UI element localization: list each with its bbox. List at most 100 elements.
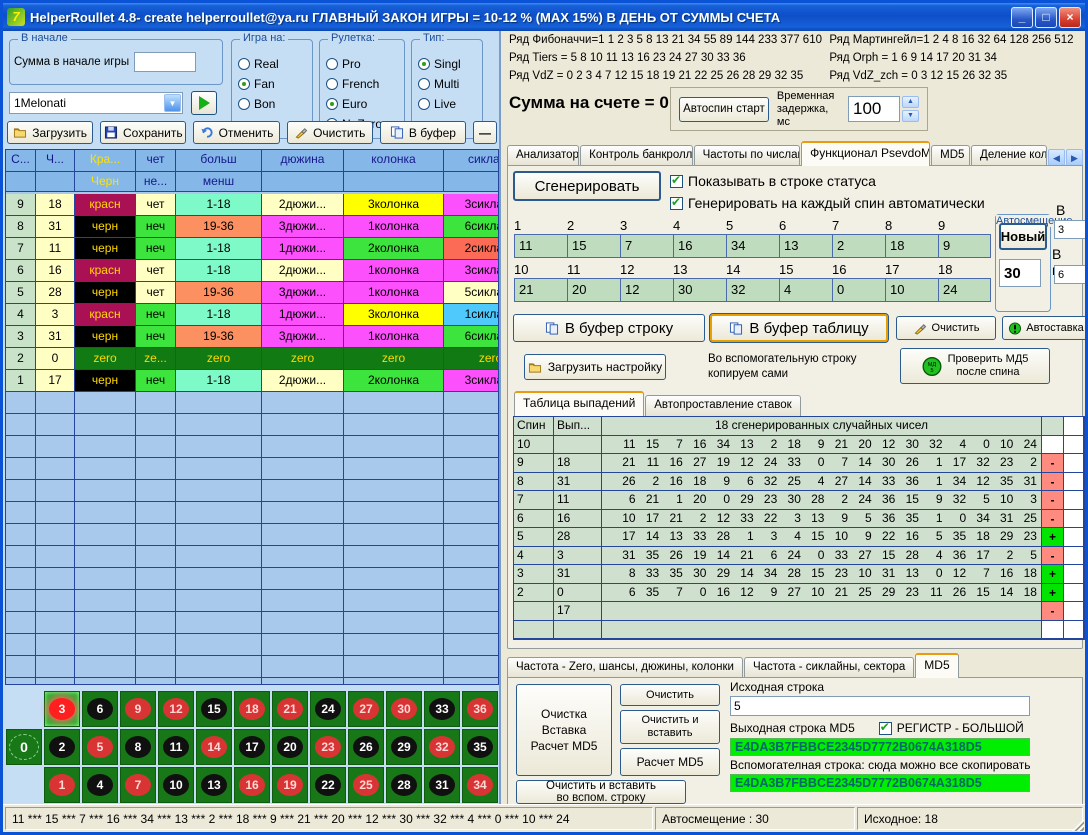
- cell-spin[interactable]: 2: [6, 348, 36, 370]
- cell-number[interactable]: 31: [36, 216, 75, 238]
- board-cell-19[interactable]: 19: [272, 767, 308, 803]
- board-cell-17[interactable]: 17: [234, 729, 270, 765]
- copy-table-button[interactable]: В буфер таблицу: [710, 314, 888, 342]
- radio-option-pro[interactable]: Pro: [326, 54, 398, 74]
- toolbar-button-3[interactable]: Отменить: [193, 121, 279, 144]
- spin-down-icon[interactable]: ▼: [902, 110, 919, 122]
- board-cell-31[interactable]: 31: [424, 767, 460, 803]
- board-cell-21[interactable]: 21: [272, 691, 308, 727]
- result-cell[interactable]: 28: [554, 528, 602, 547]
- cell-spin[interactable]: 5: [6, 282, 36, 304]
- cell-spin[interactable]: 9: [6, 194, 36, 216]
- numbers-cell[interactable]: 101721212332231395363510343125: [602, 510, 1042, 529]
- cell-parity[interactable]: чет: [136, 282, 176, 304]
- cell-parity[interactable]: ze...: [136, 348, 176, 370]
- cell-spin[interactable]: 8: [6, 216, 36, 238]
- cell-column[interactable]: 1колонка: [344, 216, 444, 238]
- cell-sixline[interactable]: 2сиклайн: [444, 238, 499, 260]
- result-cell[interactable]: 31: [554, 473, 602, 492]
- cell-column[interactable]: 2колонка: [344, 370, 444, 392]
- freq-tab-md5[interactable]: MD5: [915, 653, 958, 678]
- chevron-down-icon[interactable]: ▼: [164, 94, 181, 112]
- cell-parity[interactable]: неч: [136, 216, 176, 238]
- cell-dozen[interactable]: 1дюжи...: [262, 238, 344, 260]
- cell-number[interactable]: 3: [36, 304, 75, 326]
- numbers-cell[interactable]: 3135261914216240332715284361725: [602, 547, 1042, 566]
- clear-gen-button[interactable]: Очистить: [896, 316, 996, 340]
- cell-range[interactable]: 19-36: [176, 282, 262, 304]
- cell-number[interactable]: 11: [36, 238, 75, 260]
- cell-dozen[interactable]: zero: [262, 348, 344, 370]
- numbers-cell[interactable]: [602, 621, 1042, 640]
- board-cell-35[interactable]: 35: [462, 729, 498, 765]
- result-cell[interactable]: 11: [554, 491, 602, 510]
- gen-value-cell[interactable]: 34: [726, 234, 779, 258]
- cell-dozen[interactable]: 2дюжи...: [262, 370, 344, 392]
- numbers-cell[interactable]: 62112002923302822436159325103: [602, 491, 1042, 510]
- cell-number[interactable]: 0: [36, 348, 75, 370]
- tab-md5[interactable]: MD5: [931, 145, 970, 166]
- delay-input[interactable]: [848, 96, 900, 122]
- cell-sixline[interactable]: 3сиклайн: [444, 194, 499, 216]
- cell-column[interactable]: 1колонка: [344, 282, 444, 304]
- inner-tab-таблица-выпадений[interactable]: Таблица выпадений: [514, 391, 644, 416]
- freq-tab-частота-zero-шансы-дюжины-колонки[interactable]: Частота - Zero, шансы, дюжины, колонки: [507, 657, 743, 678]
- cell-color[interactable]: черн: [75, 216, 136, 238]
- cell-column[interactable]: 2колонка: [344, 238, 444, 260]
- cell-color[interactable]: черн: [75, 238, 136, 260]
- board-cell-5[interactable]: 5: [82, 729, 118, 765]
- tab-функционал-psevdoms[interactable]: Функционал PsevdoMS: [801, 141, 930, 166]
- plus-input[interactable]: [1054, 220, 1086, 239]
- cell-range[interactable]: 1-18: [176, 260, 262, 282]
- numbers-cell[interactable]: 1714133328134151092216535182923: [602, 528, 1042, 547]
- board-cell-8[interactable]: 8: [120, 729, 156, 765]
- cell-range[interactable]: 1-18: [176, 370, 262, 392]
- board-cell-27[interactable]: 27: [348, 691, 384, 727]
- radio-option-real[interactable]: Real: [238, 54, 306, 74]
- board-cell-4[interactable]: 4: [82, 767, 118, 803]
- cell-column[interactable]: zero: [344, 348, 444, 370]
- tab-scroll-right-icon[interactable]: ▶: [1066, 149, 1083, 166]
- radio-option-singl[interactable]: Singl: [418, 54, 476, 74]
- gen-value-cell[interactable]: 9: [938, 234, 991, 258]
- toolbar-button-5[interactable]: В буфер: [380, 121, 466, 144]
- board-cell-16[interactable]: 16: [234, 767, 270, 803]
- cell-parity[interactable]: чет: [136, 194, 176, 216]
- md5-clear-aux-button[interactable]: Очистить и вставитьво вспом. строку: [516, 780, 686, 804]
- spin-cell[interactable]: [514, 621, 554, 640]
- freq-tab-частота-сиклайны-сектора[interactable]: Частота - сиклайны, сектора: [744, 657, 914, 678]
- radio-option-fan[interactable]: Fan: [238, 74, 306, 94]
- autobet-button[interactable]: Автоставка: [1002, 316, 1088, 340]
- result-cell[interactable]: 17: [554, 602, 602, 621]
- board-cell-22[interactable]: 22: [310, 767, 346, 803]
- cell-range[interactable]: 19-36: [176, 216, 262, 238]
- cell-sixline[interactable]: 5сиклайн: [444, 282, 499, 304]
- board-cell-6[interactable]: 6: [82, 691, 118, 727]
- cell-color[interactable]: красн: [75, 260, 136, 282]
- profile-select[interactable]: 1Melonati ▼: [9, 92, 183, 114]
- load-settings-button[interactable]: Загрузить настройку: [524, 354, 666, 380]
- spin-up-icon[interactable]: ▲: [902, 96, 919, 108]
- result-cell[interactable]: 18: [554, 454, 602, 473]
- board-cell-32[interactable]: 32: [424, 729, 460, 765]
- board-cell-15[interactable]: 15: [196, 691, 232, 727]
- autogen-checkbox[interactable]: [670, 197, 683, 210]
- cell-number[interactable]: 18: [36, 194, 75, 216]
- cell-color[interactable]: черн: [75, 370, 136, 392]
- cell-number[interactable]: 17: [36, 370, 75, 392]
- board-cell-25[interactable]: 25: [348, 767, 384, 803]
- cell-color[interactable]: красн: [75, 194, 136, 216]
- result-cell[interactable]: 31: [554, 565, 602, 584]
- gen-value-cell[interactable]: 4: [779, 278, 832, 302]
- md5-clear-paste-button[interactable]: Очистить и вставить: [620, 710, 720, 744]
- board-cell-20[interactable]: 20: [272, 729, 308, 765]
- spin-cell[interactable]: 6: [514, 510, 554, 529]
- generate-button[interactable]: Сгенерировать: [513, 171, 661, 201]
- show-status-checkbox[interactable]: [670, 175, 683, 188]
- cell-parity[interactable]: чет: [136, 260, 176, 282]
- board-cell-34[interactable]: 34: [462, 767, 498, 803]
- numbers-cell[interactable]: 833353029143428152310311301271618: [602, 565, 1042, 584]
- cell-column[interactable]: 3колонка: [344, 194, 444, 216]
- copy-row-button[interactable]: В буфер строку: [513, 314, 705, 342]
- gen-value-cell[interactable]: 11: [514, 234, 567, 258]
